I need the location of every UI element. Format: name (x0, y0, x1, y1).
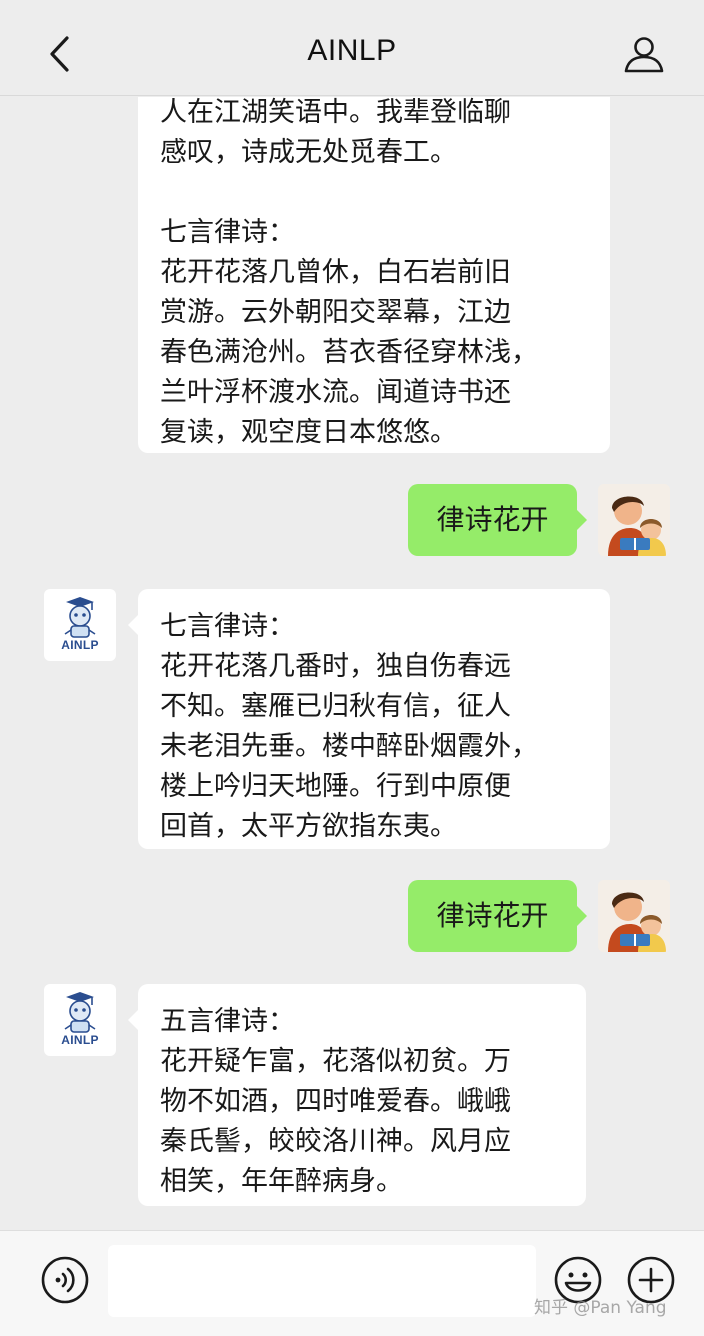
voice-icon[interactable] (40, 1255, 90, 1305)
bot-avatar-label: AINLP (61, 638, 99, 652)
user-avatar-image (598, 880, 670, 952)
emoji-icon[interactable] (553, 1255, 603, 1305)
input-bar (0, 1230, 704, 1336)
message-input[interactable] (108, 1245, 536, 1317)
plus-icon[interactable] (626, 1255, 676, 1305)
chat-messages[interactable]: 人在江湖笑语中。我辈登临聊 感叹，诗成无处觅春工。 七言律诗： 花开花落几曾休，… (0, 97, 704, 1230)
chat-title: AINLP (307, 34, 397, 67)
person-icon[interactable] (622, 34, 666, 74)
chat-header: AINLP (0, 0, 704, 96)
user-avatar-image (598, 484, 670, 556)
user-avatar[interactable] (598, 484, 670, 556)
user-message-bubble: 律诗花开 (408, 484, 587, 556)
bot-avatar[interactable]: AINLP (44, 589, 116, 661)
user-message-bubble: 律诗花开 (408, 880, 587, 952)
bot-message-bubble: 七言律诗： 花开花落几番时，独自伤春远 不知。塞雁已归秋有信，征人 未老泪先垂。… (128, 589, 610, 849)
bot-avatar[interactable]: AINLP (44, 984, 116, 1056)
bot-avatar-label: AINLP (61, 1033, 99, 1047)
user-avatar[interactable] (598, 880, 670, 952)
bot-message-bubble: 人在江湖笑语中。我辈登临聊 感叹，诗成无处觅春工。 七言律诗： 花开花落几曾休，… (138, 97, 610, 453)
bot-message-bubble: 五言律诗： 花开疑乍富，花落似初贫。万 物不如酒，四时唯爱春。峨峨 秦氏髻，皎皎… (128, 984, 586, 1206)
